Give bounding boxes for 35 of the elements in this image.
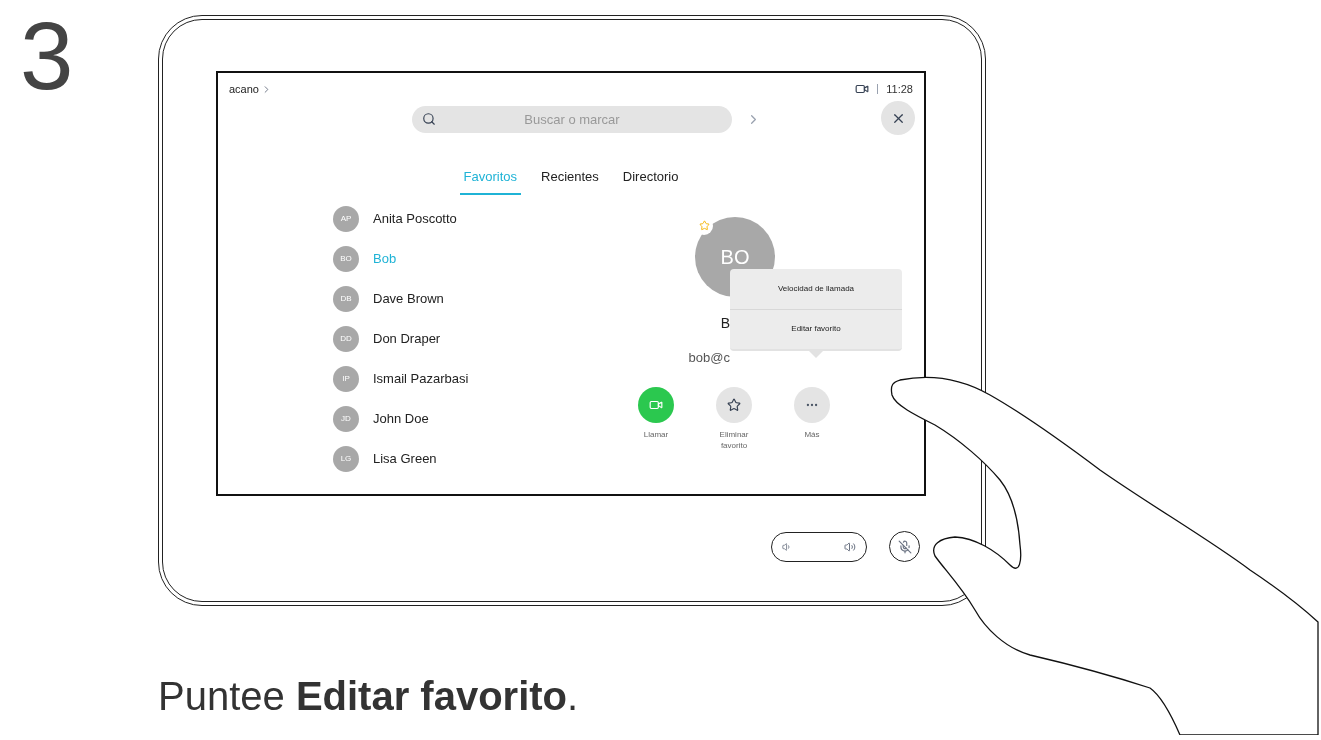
contact-item[interactable]: John Doe bbox=[373, 408, 429, 429]
search-field[interactable]: Buscar o marcar bbox=[412, 105, 732, 133]
avatar-initials: IP bbox=[333, 365, 359, 392]
camera-settings-icon[interactable] bbox=[855, 82, 870, 96]
contact-item[interactable]: Ismail Pazarbasi bbox=[373, 368, 469, 389]
favorite-button[interactable] bbox=[716, 387, 752, 423]
step-number: 3 bbox=[20, 2, 74, 109]
action-label: Más bbox=[803, 429, 821, 440]
tab[interactable]: Recientes bbox=[537, 167, 603, 195]
contact-email: bob@c bbox=[688, 348, 730, 367]
avatar-initials: LG bbox=[333, 445, 359, 472]
avatar-initials: BO bbox=[333, 245, 359, 272]
search-icon bbox=[422, 111, 436, 126]
tab[interactable]: Directorio bbox=[618, 167, 683, 195]
contact-name: B bbox=[720, 313, 730, 333]
avatar-initials: JD bbox=[333, 405, 359, 432]
volume-down-icon bbox=[782, 541, 792, 552]
avatar-initials: AP bbox=[333, 205, 359, 232]
volume-up-icon bbox=[844, 540, 856, 553]
action-label: Eliminar favorito bbox=[718, 429, 750, 451]
microphone-muted-icon bbox=[897, 539, 912, 554]
contact-item[interactable]: Dave Brown bbox=[373, 288, 444, 309]
contact-item[interactable]: Lisa Green bbox=[373, 448, 437, 469]
avatar-initials: DB bbox=[333, 285, 359, 312]
video-camera-icon bbox=[649, 398, 663, 412]
instruction-text: Puntee Editar favorito. bbox=[158, 674, 579, 718]
clock-time: 11:28 bbox=[886, 81, 913, 97]
menu-item[interactable]: Editar favorito bbox=[730, 308, 902, 349]
contact-item[interactable]: Don Draper bbox=[373, 328, 441, 349]
action-label: Llamar bbox=[642, 429, 670, 440]
close-button[interactable] bbox=[881, 101, 915, 135]
avatar-initials: DD bbox=[333, 325, 359, 352]
star-icon bbox=[727, 398, 741, 412]
contact-item[interactable]: Anita Poscotto bbox=[373, 208, 457, 229]
breadcrumb[interactable]: acano bbox=[229, 80, 259, 98]
